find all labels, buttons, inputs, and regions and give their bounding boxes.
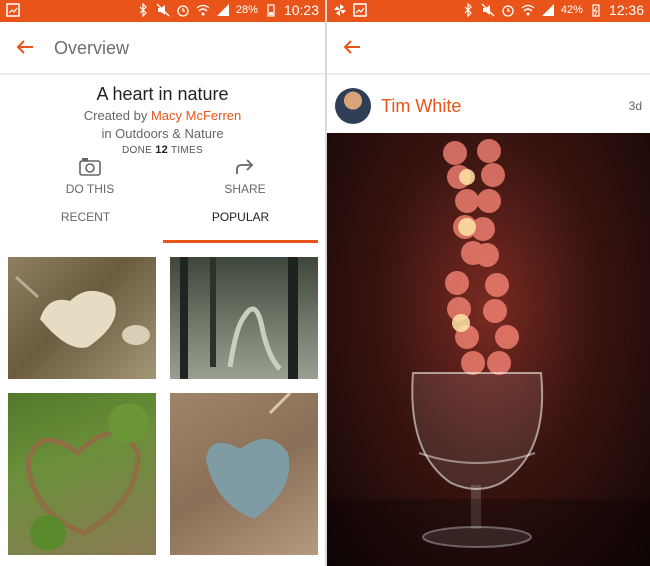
back-arrow-icon[interactable] (341, 36, 363, 58)
screenshot-pair: 28% 10:23 Overview A heart in nature Cre… (0, 0, 650, 566)
camera-icon (79, 158, 101, 176)
battery-percent: 42% (560, 4, 583, 16)
done-count: 12 (155, 144, 169, 156)
page-title: Overview (54, 38, 130, 58)
post-age: 3d (628, 99, 642, 113)
alarm-icon (502, 5, 514, 17)
status-bar: 28% 10:23 (0, 0, 325, 22)
photo-thumbnail[interactable] (8, 393, 156, 555)
bluetooth-icon (139, 3, 147, 17)
created-by-line: Created by Macy McFerren (0, 108, 325, 123)
back-arrow-icon[interactable] (14, 36, 36, 58)
tab-recent[interactable]: RECENT (8, 205, 163, 243)
tab-popular[interactable]: POPULAR (163, 205, 318, 243)
overview-screen: 28% 10:23 Overview A heart in nature Cre… (0, 0, 325, 566)
photo-thumbnail[interactable] (8, 257, 156, 379)
photo-thumbnail[interactable] (170, 257, 318, 379)
bluetooth-icon (464, 3, 472, 17)
stone-heart-image (206, 393, 292, 519)
done-label: DONE (122, 145, 153, 156)
share-button[interactable]: SHARE (185, 156, 305, 196)
author-link[interactable]: Macy McFerren (151, 108, 241, 123)
gallery-notification-icon (353, 3, 367, 17)
status-bar: 42% 12:36 (327, 0, 650, 22)
forest-image (180, 257, 298, 379)
bokeh-glass-image (327, 139, 650, 566)
alarm-icon (177, 5, 189, 17)
app-bar (327, 22, 650, 74)
created-by-label: Created by (83, 108, 148, 123)
project-title: A heart in nature (96, 84, 229, 104)
wifi-icon (196, 4, 210, 16)
post-screen: 42% 12:36 Tim White 3d (327, 0, 650, 566)
pinwheel-icon (334, 4, 346, 16)
do-this-button[interactable]: DO THIS (30, 156, 150, 196)
done-count-line: DONE 12 TIMES (0, 144, 325, 156)
battery-percent: 28% (235, 4, 258, 16)
times-label: TIMES (170, 145, 203, 156)
app-bar: Overview (0, 22, 325, 74)
battery-icon (267, 4, 275, 17)
wifi-icon (521, 4, 535, 16)
category-line[interactable]: in Outdoors & Nature (0, 126, 325, 141)
gallery-notification-icon (6, 3, 20, 17)
signal-icon (541, 4, 554, 16)
photo-thumbnail[interactable] (170, 393, 318, 555)
post-photo[interactable] (327, 133, 650, 566)
mute-icon (156, 3, 170, 17)
do-this-label: DO THIS (65, 182, 115, 196)
active-tab-indicator (163, 240, 318, 243)
signal-icon (216, 4, 229, 16)
post-header: Tim White 3d (327, 82, 650, 132)
moss-heart-image (25, 403, 148, 551)
heart-rock-image (14, 275, 150, 348)
user-name[interactable]: Tim White (381, 96, 461, 117)
status-time: 12:36 (608, 2, 644, 18)
share-arrow-icon (236, 159, 254, 174)
battery-icon (592, 4, 600, 17)
mute-icon (481, 3, 495, 17)
avatar[interactable] (335, 88, 371, 124)
share-label: SHARE (224, 182, 266, 196)
status-time: 10:23 (283, 2, 319, 18)
